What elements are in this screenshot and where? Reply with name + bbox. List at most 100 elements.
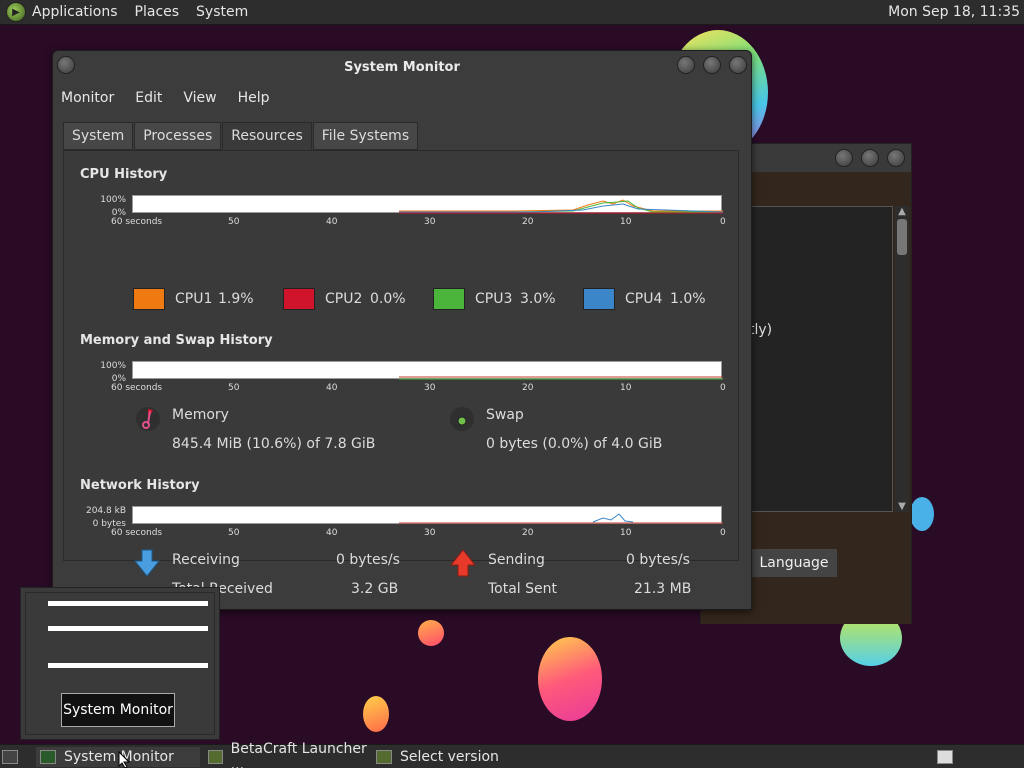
memory-xtick: 0 [720, 383, 726, 393]
memory-history-graph [132, 361, 723, 380]
version-list-panel[interactable] [749, 206, 893, 512]
memory-xtick: 10 [620, 383, 632, 393]
memory-ylabel-max: 100% [100, 361, 126, 371]
total-received-value: 3.2 GB [351, 581, 399, 597]
cpu2-color-swatch[interactable] [283, 288, 315, 310]
cpu-xtick: 10 [620, 217, 632, 227]
taskbar-item-betacraft[interactable]: BetaCraft Launcher ... [206, 741, 370, 768]
cpu1-line [399, 199, 723, 212]
wallpaper-balloon [538, 637, 602, 721]
menu-help[interactable]: Help [238, 90, 270, 106]
window-menu-icon[interactable] [57, 56, 75, 74]
network-xtick: 20 [522, 528, 534, 538]
taskbar-label: BetaCraft Launcher ... [230, 741, 367, 768]
mouse-cursor-icon [118, 751, 130, 768]
menu-monitor[interactable]: Monitor [61, 90, 114, 106]
minimize-icon[interactable] [835, 149, 853, 167]
memory-xtick: 30 [424, 383, 436, 393]
maximize-icon[interactable] [703, 56, 721, 74]
memory-history-title: Memory and Swap History [80, 333, 273, 348]
betacraft-icon [208, 750, 223, 764]
cpu-xtick: 20 [522, 217, 534, 227]
clock[interactable]: Mon Sep 18, 11:35 [888, 4, 1020, 20]
scroll-thumb[interactable] [897, 219, 907, 255]
scrollbar[interactable]: ▲ ▼ [895, 206, 909, 512]
network-xtick: 10 [620, 528, 632, 538]
swap-pie-icon[interactable] [448, 405, 476, 433]
cpu-xtick: 0 [720, 217, 726, 227]
network-xtick: 60 seconds [111, 528, 163, 538]
cpu-ylabel-max: 100% [100, 195, 126, 205]
partial-text: tly) [749, 322, 773, 338]
network-history-graph [132, 506, 723, 524]
applications-menu[interactable]: Applications [32, 4, 118, 20]
receiving-label: Receiving [172, 552, 240, 568]
cpu-history-title: CPU History [80, 167, 168, 182]
scroll-down-icon[interactable]: ▼ [895, 501, 909, 512]
cpu2-value: 0.0% [370, 291, 406, 307]
memory-xtick: 20 [522, 383, 534, 393]
menu-edit[interactable]: Edit [135, 90, 162, 106]
memory-pie-icon[interactable] [134, 405, 162, 433]
distro-logo-icon[interactable]: ▶ [6, 2, 26, 22]
memory-label: Memory [172, 407, 229, 423]
network-ylabel-max: 204.8 kB [85, 506, 126, 516]
menu-view[interactable]: View [183, 90, 216, 106]
tab-file-systems[interactable]: File Systems [312, 122, 419, 150]
memory-xtick: 50 [228, 383, 240, 393]
memory-xtick: 40 [326, 383, 338, 393]
upload-arrow-icon[interactable] [450, 549, 476, 577]
resources-panel: CPU History 100% 0% 60 seconds 50 40 30 … [63, 150, 739, 597]
maximize-icon[interactable] [861, 149, 879, 167]
network-xtick: 50 [228, 528, 240, 538]
sending-line [592, 513, 634, 523]
taskbar-item-select-version[interactable]: Select version [374, 747, 538, 767]
cpu-xtick: 30 [424, 217, 436, 227]
show-desktop-icon[interactable] [2, 747, 22, 767]
cpu-xtick: 60 seconds [111, 217, 163, 227]
close-icon[interactable] [729, 56, 747, 74]
wallpaper-balloon [363, 696, 389, 732]
sending-value: 0 bytes/s [626, 552, 690, 568]
system-menu[interactable]: System [196, 4, 248, 20]
system-monitor-window[interactable]: System Monitor Monitor Edit View Help Sy… [52, 50, 752, 610]
receiving-value: 0 bytes/s [336, 552, 400, 568]
workspace-switcher[interactable] [937, 747, 957, 767]
scroll-up-icon[interactable]: ▲ [895, 206, 909, 217]
cpu1-name: CPU1 [175, 291, 213, 307]
system-monitor-icon [40, 750, 56, 764]
places-menu[interactable]: Places [135, 4, 180, 20]
cpu-history-graph [132, 195, 723, 214]
cpu4-value: 1.0% [670, 291, 706, 307]
tab-system[interactable]: System [63, 122, 134, 150]
total-sent-value: 21.3 MB [634, 581, 692, 597]
tab-resources[interactable]: Resources [222, 122, 312, 150]
cpu3-color-swatch[interactable] [433, 288, 465, 310]
taskbar: System Monitor BetaCraft Launcher ... Se… [0, 741, 1024, 768]
cpu4-color-swatch[interactable] [583, 288, 615, 310]
memory-xtick: 60 seconds [111, 383, 163, 393]
close-icon[interactable] [887, 149, 905, 167]
wallpaper-balloon [418, 620, 444, 646]
workspace-icon [937, 750, 953, 764]
cpu2-name: CPU2 [325, 291, 363, 307]
window-title: System Monitor [344, 59, 460, 75]
cpu1-color-swatch[interactable] [133, 288, 165, 310]
download-arrow-icon[interactable] [134, 549, 160, 577]
minimize-icon[interactable] [677, 56, 695, 74]
cpu3-name: CPU3 [475, 291, 513, 307]
language-button[interactable]: Language [751, 549, 837, 577]
taskbar-label: Select version [400, 749, 499, 765]
swap-value: 0 bytes (0.0%) of 4.0 GiB [486, 436, 663, 452]
betacraft-icon [376, 750, 392, 764]
network-xtick: 0 [720, 528, 726, 538]
window-titlebar[interactable]: System Monitor [53, 51, 751, 83]
network-history-title: Network History [80, 478, 200, 493]
memory-value: 845.4 MiB (10.6%) of 7.8 GiB [172, 436, 376, 452]
menubar: Monitor Edit View Help [53, 83, 751, 113]
cpu-xtick: 40 [326, 217, 338, 227]
tab-processes[interactable]: Processes [134, 122, 222, 150]
cpu1-value: 1.9% [218, 291, 254, 307]
tab-bar: System Processes Resources File Systems [63, 122, 419, 150]
preview-tooltip: System Monitor [61, 693, 175, 727]
